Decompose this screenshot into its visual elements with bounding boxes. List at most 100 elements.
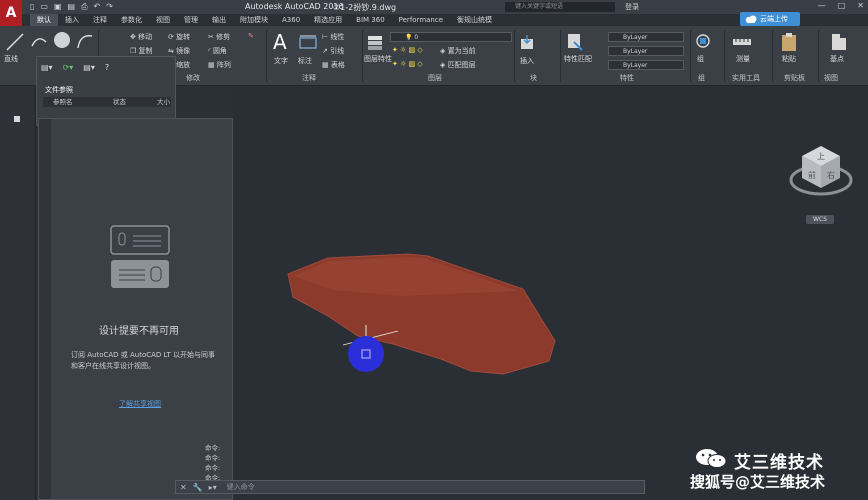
tab-a360[interactable]: A360: [275, 14, 307, 26]
dimension-icon[interactable]: [298, 34, 318, 52]
wcs-menu[interactable]: WCS: [806, 215, 834, 224]
text-icon[interactable]: A: [273, 30, 287, 54]
insert-block-icon[interactable]: [518, 34, 536, 52]
file-name: ⑦1-2扮钞.9.dwg: [333, 3, 397, 12]
view-group-label: 视图: [824, 74, 838, 82]
separator: [514, 30, 515, 82]
viewcube[interactable]: 上 前 右: [788, 138, 868, 218]
tab-extra[interactable]: 衡规山统模: [450, 14, 499, 26]
tab-default[interactable]: 默认: [30, 14, 58, 26]
linear-tool[interactable]: ⊢ 线性: [322, 32, 344, 42]
point-light-icon[interactable]: [348, 336, 384, 372]
save-icon[interactable]: ▣: [54, 2, 62, 12]
layer-state-icons[interactable]: ✦ ☼ ▨ ◇: [392, 46, 423, 54]
match-properties-icon[interactable]: [566, 32, 584, 52]
search-input[interactable]: 键入关键字或短语: [505, 2, 615, 12]
clipboard-group-label: 剪贴板: [784, 74, 805, 82]
cloud-icon: [745, 15, 757, 24]
group-label: 组: [697, 55, 704, 63]
tab-parametric[interactable]: 参数化: [114, 14, 149, 26]
base-point-icon[interactable]: [830, 32, 848, 52]
table-tool[interactable]: ▦ 表格: [322, 60, 345, 70]
line-icon[interactable]: [4, 30, 26, 54]
leader-tool[interactable]: ↗ 引线: [322, 46, 344, 56]
new-file-icon[interactable]: ▯: [30, 2, 34, 12]
design-feed-panel: 设计提要不再可用 订阅 AutoCAD 或 AutoCAD LT 以开始与同事和…: [38, 118, 233, 500]
arc-icon[interactable]: [76, 32, 94, 50]
learn-shared-views-link[interactable]: 了解共享视图: [119, 399, 161, 409]
title-bar: A ▯ ▭ ▣ ▤ ⎙ ↶ ↷ Autodesk AutoCAD 2016 ⑦1…: [0, 0, 868, 26]
layer-tool-icons[interactable]: ✦ ☼ ▨ ◇: [392, 60, 423, 68]
rotate-tool[interactable]: ⟳ 旋转: [168, 32, 190, 42]
tab-performance[interactable]: Performance: [392, 14, 450, 26]
autocad-logo-icon[interactable]: A: [0, 0, 22, 26]
recent-cmd-icon[interactable]: ▸▾: [209, 483, 217, 492]
refresh-icon[interactable]: ⟳▾: [63, 63, 74, 72]
group-icon[interactable]: [694, 32, 712, 50]
command-input[interactable]: 键入命令: [217, 482, 255, 492]
autocad-window: A ▯ ▭ ▣ ▤ ⎙ ↶ ↷ Autodesk AutoCAD 2016 ⑦1…: [0, 0, 868, 500]
separator: [818, 30, 819, 82]
history-line: 命令:: [205, 444, 221, 452]
circle-icon[interactable]: [52, 30, 72, 50]
properties-group-label: 特性: [620, 74, 634, 82]
annotation-group-label: 注释: [302, 74, 316, 82]
measure-icon[interactable]: [732, 34, 752, 50]
undo-icon[interactable]: ↶: [94, 2, 101, 12]
match-layer-tool[interactable]: ◈ 匹配图层: [440, 60, 476, 70]
lineweight-dropdown[interactable]: ByLayer: [608, 60, 684, 70]
change-path-icon[interactable]: ▤▾: [83, 63, 95, 72]
attach-dwg-icon[interactable]: ▤▾: [41, 63, 53, 72]
tab-view[interactable]: 视图: [149, 14, 177, 26]
erase-icon[interactable]: ✎: [248, 32, 254, 40]
tab-manage[interactable]: 管理: [177, 14, 205, 26]
viewcube-top-label: 上: [817, 152, 825, 161]
tab-featured-apps[interactable]: 精选应用: [307, 14, 349, 26]
close-button[interactable]: ✕: [857, 1, 864, 10]
feed-side-strip: [39, 119, 51, 499]
tab-addins[interactable]: 附加模块: [233, 14, 275, 26]
watermark-name: 艾三维技术: [734, 453, 824, 473]
measure-label: 测量: [736, 55, 750, 63]
copy-tool[interactable]: ❐ 复制: [130, 46, 153, 56]
palette-close-icon[interactable]: [14, 116, 20, 122]
3d-model-canvas[interactable]: [233, 86, 868, 500]
open-file-icon[interactable]: ▭: [40, 2, 48, 12]
modify-group-label: 修改: [186, 74, 200, 82]
column-status[interactable]: 状态: [103, 97, 147, 107]
customize-cmd-icon[interactable]: 🔧: [193, 483, 203, 492]
command-history: 命令: 命令: 命令: 命令:: [205, 443, 233, 483]
tab-annotate[interactable]: 注释: [86, 14, 114, 26]
print-icon[interactable]: ⎙: [81, 2, 87, 12]
column-ref-name[interactable]: 参照名: [43, 97, 103, 107]
paste-icon[interactable]: [780, 32, 798, 52]
layer-properties-icon[interactable]: [366, 34, 384, 52]
mirror-tool[interactable]: ⇋ 镜像: [168, 46, 190, 56]
move-tool[interactable]: ✥ 移动: [130, 32, 152, 42]
tab-bim360[interactable]: BIM 360: [349, 14, 392, 26]
paste-label: 粘贴: [782, 55, 796, 63]
maximize-button[interactable]: □: [838, 1, 846, 10]
redo-icon[interactable]: ↷: [106, 2, 113, 12]
trim-tool[interactable]: ✂ 修剪: [208, 32, 230, 42]
cmd-icons: ✕ 🔧 ▸▾: [176, 483, 217, 492]
layer-dropdown[interactable]: 💡 0: [390, 32, 512, 42]
help-icon[interactable]: ?: [105, 63, 109, 72]
text-tool-label: 文字: [274, 57, 288, 65]
tab-output[interactable]: 输出: [205, 14, 233, 26]
polyline-icon[interactable]: [30, 32, 48, 50]
array-tool[interactable]: ▦ 阵列: [208, 60, 231, 70]
file-references-panel: ▤▾ ⟳▾ ▤▾ ? 文件参照 参照名 状态 大小: [36, 56, 176, 126]
column-size[interactable]: 大小: [147, 97, 171, 107]
command-line: ✕ 🔧 ▸▾ 键入命令: [175, 480, 645, 494]
color-dropdown[interactable]: ByLayer: [608, 32, 684, 42]
tab-insert[interactable]: 插入: [58, 14, 86, 26]
linetype-dropdown[interactable]: ByLayer: [608, 46, 684, 56]
save-as-icon[interactable]: ▤: [68, 2, 76, 12]
login-button[interactable]: 登录: [625, 2, 639, 12]
minimize-button[interactable]: —: [818, 1, 826, 10]
close-cmd-icon[interactable]: ✕: [180, 483, 187, 492]
feed-unavailable-message: 设计提要不再可用: [99, 326, 179, 337]
set-current-tool[interactable]: ◈ 置为当前: [440, 46, 476, 56]
fillet-tool[interactable]: ◜ 圆角: [208, 46, 227, 56]
